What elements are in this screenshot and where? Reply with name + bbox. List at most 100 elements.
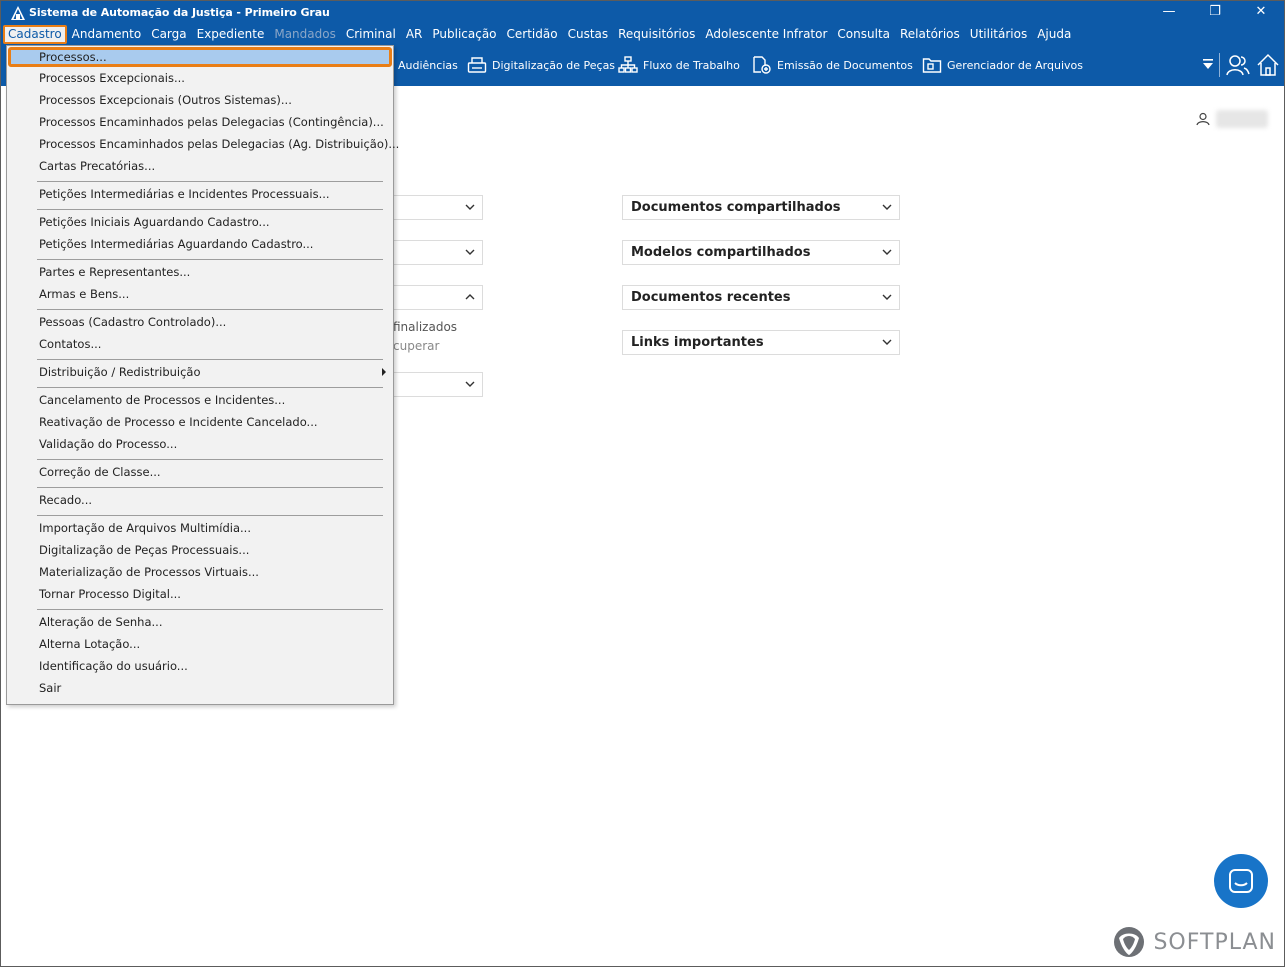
menu-item-reativacao[interactable]: Reativação de Processo e Incidente Cance… <box>8 412 392 432</box>
menu-item-processos-delegacias-contingencia[interactable]: Processos Encaminhados pelas Delegacias … <box>8 112 392 132</box>
menu-custas[interactable]: Custas <box>563 25 614 44</box>
left-panel-2[interactable] <box>381 240 483 265</box>
menu-item-cartas-precatorias[interactable]: Cartas Precatórias... <box>8 156 392 176</box>
left-panel-4[interactable] <box>381 372 483 397</box>
menu-relatorios[interactable]: Relatórios <box>895 25 965 44</box>
menu-mandados: Mandados <box>274 27 336 41</box>
chevron-up-icon <box>465 294 475 300</box>
left-panel-1[interactable] <box>381 195 483 220</box>
menu-carga[interactable]: Carga <box>146 25 191 44</box>
menu-item-digitalizacao-pecas[interactable]: Digitalização de Peças Processuais... <box>8 540 392 560</box>
menu-bar: Cadastro Andamento Carga Expediente Mand… <box>1 24 1284 45</box>
folder-icon <box>922 58 942 73</box>
menu-criminal[interactable]: Criminal <box>341 25 401 44</box>
menu-utilitarios[interactable]: Utilitários <box>965 25 1032 44</box>
restore-button[interactable]: ❐ <box>1192 1 1238 21</box>
menu-requisitorios[interactable]: Requisitórios <box>613 25 700 44</box>
menu-separator <box>37 459 383 460</box>
toolbar-audiencias-label: Audiências <box>398 58 458 72</box>
application-window: Sistema de Automação da Justiça - Primei… <box>0 0 1285 967</box>
toolbar-fluxo-button[interactable]: Fluxo de Trabalho <box>618 54 740 76</box>
panel-documentos-compartilhados[interactable]: Documentos compartilhados <box>622 195 900 220</box>
menu-consulta[interactable]: Consulta <box>832 25 895 44</box>
menu-item-distribuicao[interactable]: Distribuição / Redistribuição <box>8 362 392 382</box>
recuperar-text[interactable]: cuperar <box>393 339 439 353</box>
menu-separator <box>37 515 383 516</box>
chat-button[interactable] <box>1214 854 1268 908</box>
menu-item-materializacao[interactable]: Materialização de Processos Virtuais... <box>8 562 392 582</box>
menu-item-alteracao-senha[interactable]: Alteração de Senha... <box>8 612 392 632</box>
chevron-down-icon <box>882 339 892 345</box>
softplan-logo-icon <box>1114 927 1145 957</box>
menu-item-correcao-classe[interactable]: Correção de Classe... <box>8 462 392 482</box>
panel-links-importantes[interactable]: Links importantes <box>622 330 900 355</box>
chevron-down-icon <box>465 204 475 210</box>
menu-certidao[interactable]: Certidão <box>502 25 563 44</box>
menu-item-sair[interactable]: Sair <box>8 678 392 698</box>
cadastro-dropdown-menu: Processos... Processos Excepcionais... P… <box>6 45 399 705</box>
menu-item-importacao-multimidia[interactable]: Importação de Arquivos Multimídia... <box>8 518 392 538</box>
menu-item-processos-excepcionais-outros[interactable]: Processos Excepcionais (Outros Sistemas)… <box>8 90 392 110</box>
chevron-down-icon <box>465 249 475 255</box>
menu-publicacao[interactable]: Publicação <box>427 25 501 44</box>
toolbar-digitalizacao-label: Digitalização de Peças <box>492 58 616 72</box>
menu-separator <box>37 309 383 310</box>
toolbar-audiencias-button[interactable]: Audiências <box>398 54 458 76</box>
menu-ajuda[interactable]: Ajuda <box>1032 25 1076 44</box>
menu-item-peticoes-iniciais[interactable]: Petições Iniciais Aguardando Cadastro... <box>8 212 392 232</box>
menu-item-pessoas[interactable]: Pessoas (Cadastro Controlado)... <box>8 312 392 332</box>
menu-item-processos-excepcionais[interactable]: Processos Excepcionais... <box>8 68 392 88</box>
menu-expediente[interactable]: Expediente <box>192 25 270 44</box>
menu-item-partes-representantes[interactable]: Partes e Representantes... <box>8 262 392 282</box>
document-add-icon <box>753 56 771 74</box>
menu-item-armas-bens[interactable]: Armas e Bens... <box>8 284 392 304</box>
menu-andamento[interactable]: Andamento <box>67 25 147 44</box>
title-bar: Sistema de Automação da Justiça - Primei… <box>1 1 1284 24</box>
softplan-logo: SOFTPLAN <box>1111 924 1276 960</box>
menu-separator <box>37 387 383 388</box>
menu-separator <box>37 487 383 488</box>
toolbar-digitalizacao-button[interactable]: Digitalização de Peças <box>467 54 615 76</box>
window-title: Sistema de Automação da Justiça - Primei… <box>29 6 330 19</box>
user-switch-icon[interactable] <box>1226 53 1250 77</box>
menu-item-identificacao-usuario[interactable]: Identificação do usuário... <box>8 656 392 676</box>
home-icon[interactable] <box>1256 53 1280 77</box>
menu-adolescente-infrator[interactable]: Adolescente Infrator <box>700 25 832 44</box>
minimize-button[interactable]: — <box>1146 1 1192 21</box>
menu-item-processos[interactable]: Processos... <box>8 47 392 67</box>
menu-item-distribuicao-label: Distribuição / Redistribuição <box>39 365 201 379</box>
menu-ar[interactable]: AR <box>401 25 428 44</box>
finalizados-text: finalizados <box>393 320 458 334</box>
menu-item-processos-delegacias-distribuicao[interactable]: Processos Encaminhados pelas Delegacias … <box>8 134 399 154</box>
toolbar-fluxo-label: Fluxo de Trabalho <box>643 58 740 72</box>
menu-separator <box>37 181 383 182</box>
menu-item-recado[interactable]: Recado... <box>8 490 392 510</box>
user-name-redacted <box>1216 110 1268 128</box>
menu-item-tornar-digital[interactable]: Tornar Processo Digital... <box>8 584 392 604</box>
panel-title: Links importantes <box>631 335 764 350</box>
toolbar-emissao-button[interactable]: Emissão de Documentos <box>752 54 913 76</box>
toolbar-gerenciador-label: Gerenciador de Arquivos <box>947 58 1083 72</box>
workflow-icon <box>618 56 638 73</box>
chevron-down-icon <box>882 249 892 255</box>
user-info[interactable] <box>1196 110 1268 128</box>
scanner-icon <box>467 57 487 73</box>
menu-separator <box>37 609 383 610</box>
menu-item-alterna-lotacao[interactable]: Alterna Lotação... <box>8 634 392 654</box>
close-button[interactable]: ✕ <box>1238 1 1284 21</box>
menu-item-contatos[interactable]: Contatos... <box>8 334 392 354</box>
toolbar-gerenciador-button[interactable]: Gerenciador de Arquivos <box>922 54 1083 76</box>
user-icon <box>1196 112 1210 126</box>
submenu-arrow-icon <box>382 368 386 376</box>
toolbar-dropdown-icon[interactable] <box>1202 57 1214 71</box>
menu-item-cancelamento[interactable]: Cancelamento de Processos e Incidentes..… <box>8 390 392 410</box>
menu-item-peticoes-intermediarias-incidentes[interactable]: Petições Intermediárias e Incidentes Pro… <box>8 184 392 204</box>
toolbar-separator <box>1219 53 1220 77</box>
menu-separator <box>37 359 383 360</box>
menu-item-peticoes-intermediarias[interactable]: Petições Intermediárias Aguardando Cadas… <box>8 234 392 254</box>
menu-cadastro[interactable]: Cadastro <box>3 25 67 44</box>
panel-modelos-compartilhados[interactable]: Modelos compartilhados <box>622 240 900 265</box>
left-panel-3[interactable] <box>381 285 483 310</box>
panel-documentos-recentes[interactable]: Documentos recentes <box>622 285 900 310</box>
menu-item-validacao[interactable]: Validação do Processo... <box>8 434 392 454</box>
